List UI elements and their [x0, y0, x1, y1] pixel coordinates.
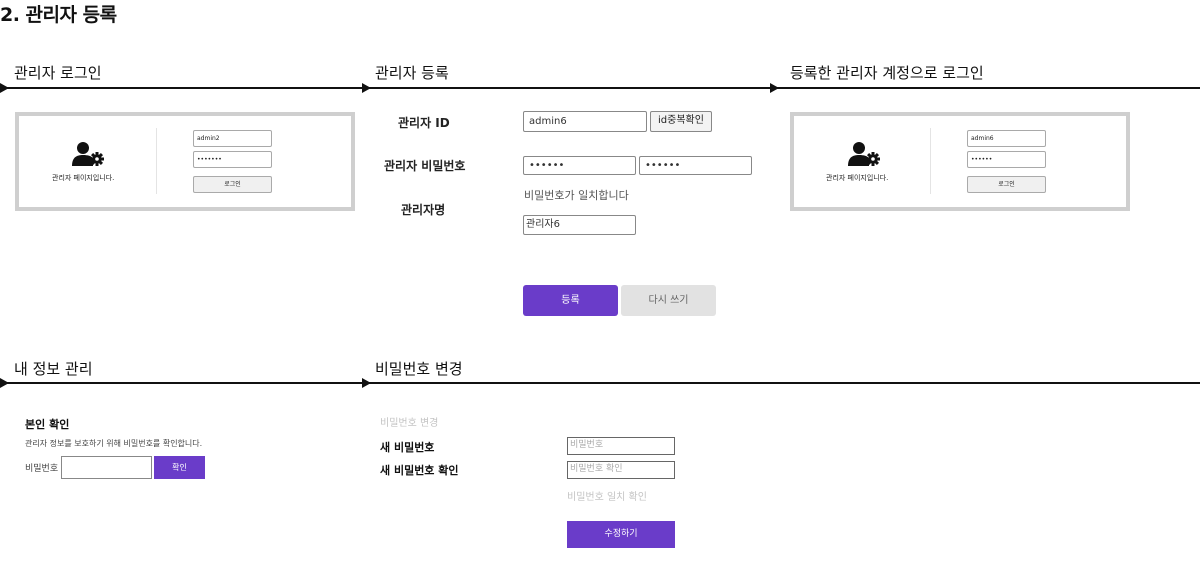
identity-pw-label: 비밀번호	[25, 464, 59, 474]
admin-id-input[interactable]: admin6	[523, 111, 647, 132]
flow-arrow-icon	[0, 83, 9, 93]
identity-pw-input[interactable]	[61, 456, 152, 479]
section-label-register: 관리자 등록	[375, 64, 449, 82]
admin-pw-input[interactable]: ••••••	[523, 156, 636, 175]
login-caption: 관리자 페이지입니다.	[826, 174, 889, 182]
admin-settings-icon	[72, 142, 104, 166]
pw-match-message: 비밀번호가 일치합니다	[524, 189, 629, 202]
flow-arrow-icon	[362, 378, 371, 388]
login-divider	[930, 128, 931, 194]
admin-name-input[interactable]: 관리자6	[523, 215, 636, 235]
login-mockup: 관리자 페이지입니다. admin2 ••••••• 로그인	[15, 112, 355, 211]
identity-check-title: 본인 확인	[25, 418, 70, 431]
login-pw-input[interactable]: ••••••	[967, 151, 1046, 168]
page-title: 2. 관리자 등록	[0, 4, 117, 26]
flow-arrow-icon	[0, 378, 9, 388]
section-label-login: 관리자 로그인	[14, 64, 102, 82]
flow-arrow-icon	[362, 83, 371, 93]
login-button[interactable]: 로그인	[967, 176, 1046, 193]
identity-confirm-button[interactable]: 확인	[154, 456, 205, 479]
register-submit-button[interactable]: 등록	[523, 285, 618, 316]
new-pw-confirm-input[interactable]: 비밀번호 확인	[567, 461, 675, 479]
pw-change-heading: 비밀번호 변경	[380, 418, 439, 429]
admin-pw-label: 관리자 비밀번호	[384, 159, 466, 173]
admin-pw-confirm-input[interactable]: ••••••	[639, 156, 752, 175]
section-label-my-info: 내 정보 관리	[14, 360, 93, 378]
pw-match-hint: 비밀번호 일치 확인	[567, 492, 647, 503]
identity-check-description: 관리자 정보를 보호하기 위해 비밀번호를 확인합니다.	[25, 439, 203, 448]
admin-name-label: 관리자명	[401, 203, 446, 217]
login-caption: 관리자 페이지입니다.	[52, 174, 115, 182]
new-pw-input[interactable]: 비밀번호	[567, 437, 675, 455]
section-label-pw-change: 비밀번호 변경	[375, 360, 463, 378]
login-after-mockup: 관리자 페이지입니다. admin6 •••••• 로그인	[790, 112, 1130, 211]
reset-button[interactable]: 다시 쓰기	[621, 285, 716, 316]
section-label-login-after: 등록한 관리자 계정으로 로그인	[790, 64, 984, 82]
id-duplicate-check-button[interactable]: id중복확인	[650, 111, 712, 132]
pw-change-submit-button[interactable]: 수정하기	[567, 521, 675, 548]
login-id-input[interactable]: admin2	[193, 130, 272, 147]
new-pw-label: 새 비밀번호	[380, 441, 435, 454]
flow-line-top	[0, 87, 1200, 89]
flow-arrow-icon	[770, 83, 779, 93]
admin-id-label: 관리자 ID	[398, 116, 450, 130]
new-pw-confirm-label: 새 비밀번호 확인	[380, 464, 459, 477]
login-divider	[156, 128, 157, 194]
admin-settings-icon	[848, 142, 880, 166]
login-pw-input[interactable]: •••••••	[193, 151, 272, 168]
login-button[interactable]: 로그인	[193, 176, 272, 193]
login-id-input[interactable]: admin6	[967, 130, 1046, 147]
flow-line-bottom	[0, 382, 1200, 384]
